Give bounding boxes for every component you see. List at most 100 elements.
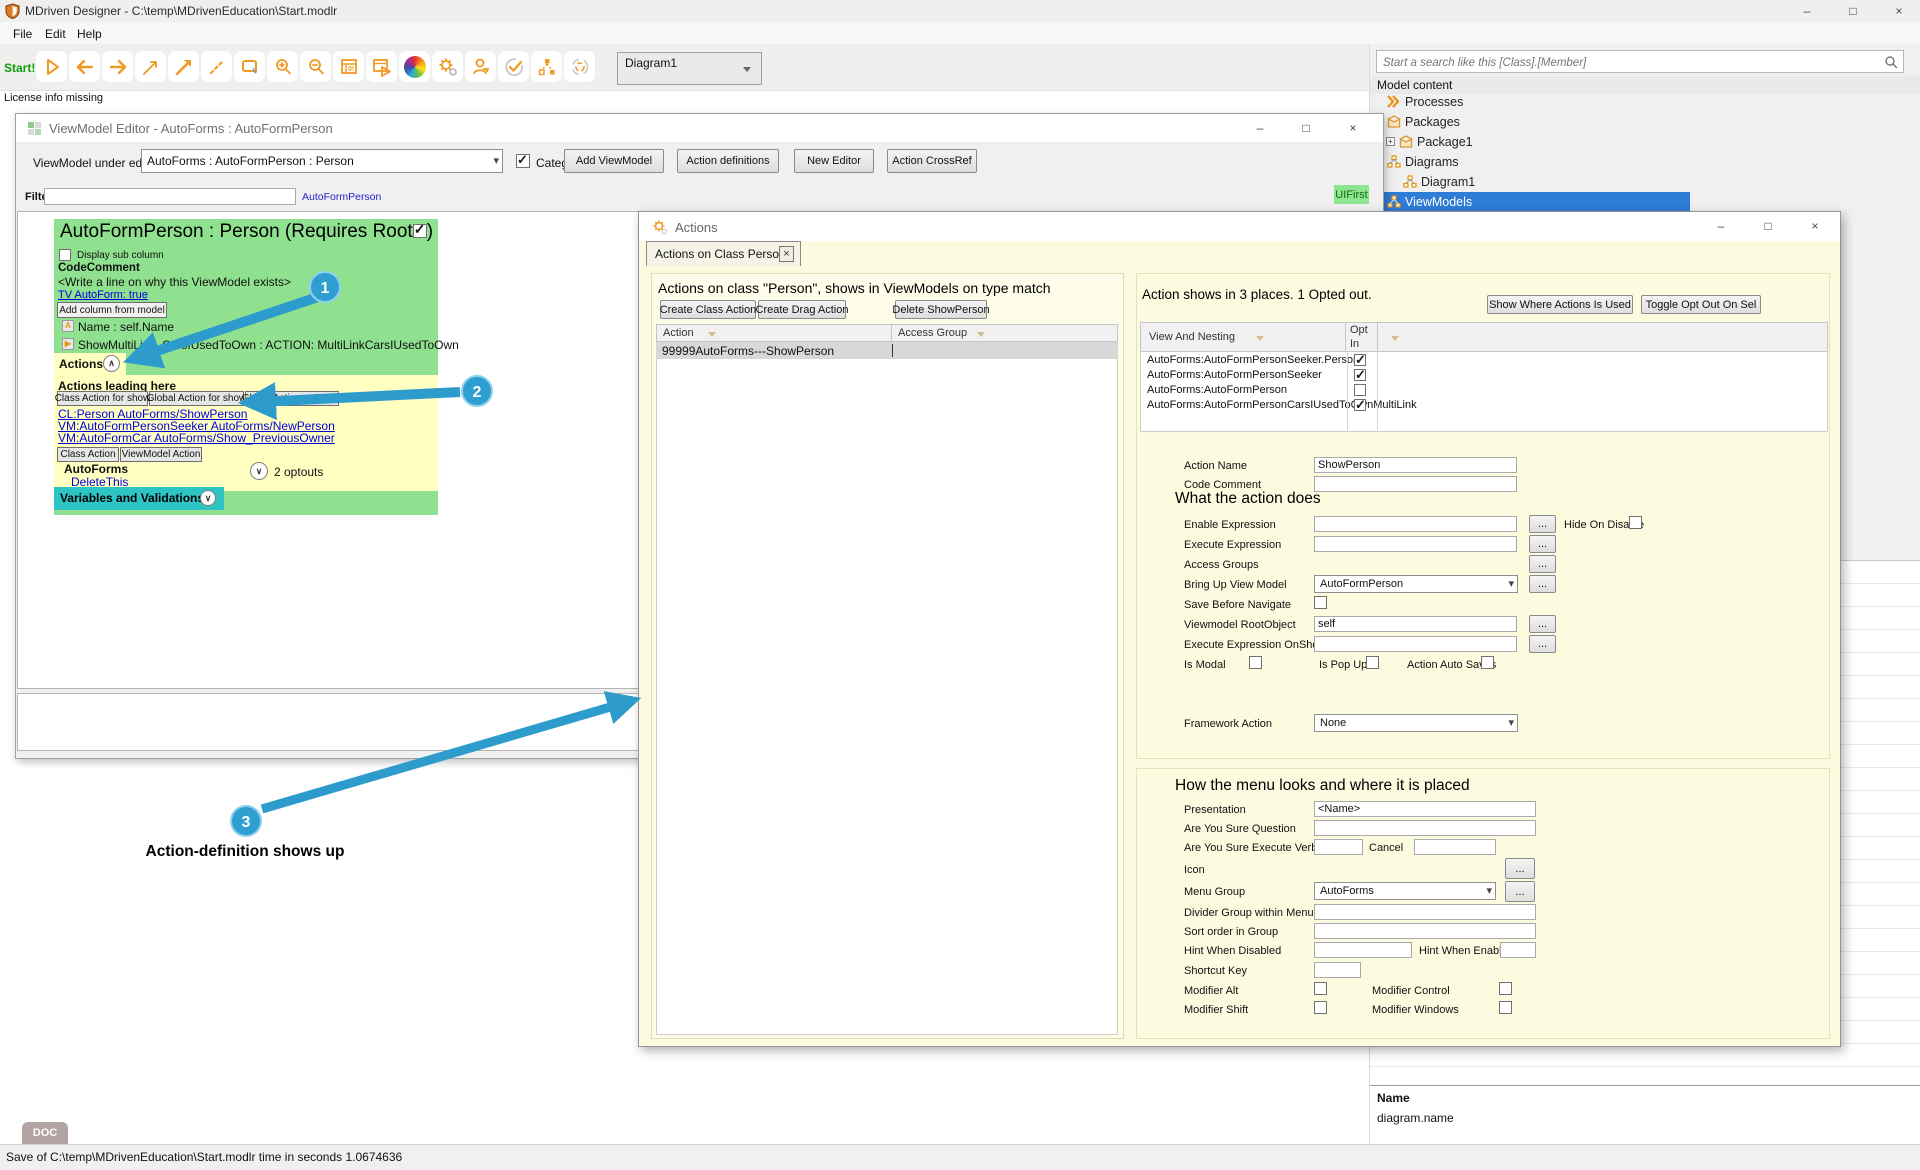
grid-row-view[interactable]: AutoForms:AutoFormPersonSeeker.Person bbox=[1147, 354, 1359, 366]
opt-in-checkbox[interactable] bbox=[1354, 354, 1366, 366]
zoom-out-button[interactable] bbox=[300, 51, 331, 82]
framework-action-select[interactable]: None▾ bbox=[1314, 714, 1518, 732]
dialog-minimize-button[interactable]: – bbox=[1704, 216, 1738, 236]
doc-tab[interactable]: DOC bbox=[22, 1122, 68, 1144]
search-input[interactable] bbox=[1381, 53, 1875, 72]
is-pop-up-checkbox[interactable] bbox=[1366, 656, 1379, 669]
column-header-action[interactable]: Action bbox=[656, 324, 892, 342]
dialog-maximize-button[interactable]: □ bbox=[1751, 216, 1785, 236]
collapse-actions-chevron[interactable]: ∧ bbox=[103, 355, 120, 372]
sidebar-item-diagrams[interactable]: Diagrams bbox=[1387, 152, 1459, 171]
column-header-view-and-nesting[interactable]: View And Nesting bbox=[1140, 322, 1346, 352]
shortcut-key-input[interactable] bbox=[1314, 962, 1361, 978]
requires-root-checkbox[interactable] bbox=[413, 224, 427, 238]
sidebar-item-viewmodels[interactable]: ViewModels bbox=[1382, 192, 1690, 211]
are-you-sure-execute-verb-input[interactable] bbox=[1314, 839, 1363, 855]
draw-dashed-line-button[interactable] bbox=[201, 51, 232, 82]
menu-edit[interactable]: Edit bbox=[40, 25, 71, 43]
execute-expression-input[interactable] bbox=[1314, 536, 1517, 552]
filter-funnel-icon[interactable] bbox=[977, 332, 985, 337]
viewmodel-under-edit-select[interactable]: AutoForms : AutoFormPerson : Person ▾ bbox=[141, 149, 503, 173]
column-header-access-group[interactable]: Access Group bbox=[891, 324, 1118, 342]
tab-actions-on-class-person[interactable]: Actions on Class Person × bbox=[646, 241, 801, 266]
sidebar-item-diagram1[interactable]: Diagram1 bbox=[1403, 172, 1475, 191]
zoom-in-button[interactable] bbox=[267, 51, 298, 82]
filter-funnel-icon[interactable] bbox=[1256, 336, 1264, 341]
draw-generalization-button[interactable] bbox=[168, 51, 199, 82]
column-row[interactable]: Name : self.Name bbox=[78, 320, 174, 334]
back-button[interactable] bbox=[69, 51, 100, 82]
column-header-opt-in[interactable]: Opt In bbox=[1345, 322, 1378, 352]
action-name-input[interactable]: ShowPerson bbox=[1314, 457, 1517, 473]
variables-validations-bar[interactable]: Variables and Validations bbox=[54, 487, 224, 510]
dialog-close-button[interactable]: × bbox=[1798, 216, 1832, 236]
search-icon[interactable] bbox=[1884, 55, 1898, 69]
column-header-empty[interactable] bbox=[1377, 322, 1828, 352]
sidebar-item-package1[interactable]: + Package1 bbox=[1386, 132, 1473, 151]
variables-chevron[interactable]: ∨ bbox=[200, 490, 216, 506]
create-class-action-button[interactable]: Create Class Action bbox=[660, 300, 756, 319]
access-groups-button[interactable] bbox=[465, 51, 496, 82]
expand-icon[interactable]: + bbox=[1386, 137, 1395, 146]
categ-checkbox[interactable] bbox=[516, 154, 530, 168]
opt-in-checkbox[interactable] bbox=[1354, 399, 1366, 411]
is-modal-checkbox[interactable] bbox=[1249, 656, 1262, 669]
action-link[interactable]: VM:AutoFormCar AutoForms/Show_PreviousOw… bbox=[58, 431, 335, 445]
editor-close-button[interactable]: × bbox=[1336, 118, 1370, 138]
action-crossref-button[interactable]: Action CrossRef bbox=[887, 149, 977, 173]
new-editor-button[interactable]: New Editor bbox=[794, 149, 874, 173]
filter-funnel-icon[interactable] bbox=[1391, 336, 1399, 341]
access-groups-ellipsis-button[interactable]: ... bbox=[1529, 555, 1556, 573]
window-maximize-button[interactable]: □ bbox=[1836, 1, 1870, 21]
opt-in-checkbox[interactable] bbox=[1354, 369, 1366, 381]
toggle-opt-out-button[interactable]: Toggle Opt Out On Sel bbox=[1641, 295, 1761, 314]
settings-button[interactable] bbox=[432, 51, 463, 82]
draw-association-button[interactable] bbox=[135, 51, 166, 82]
run-viewmodel-button[interactable] bbox=[366, 51, 397, 82]
class-action-tab[interactable]: Class Action bbox=[57, 447, 119, 462]
bring-up-view-model-select[interactable]: AutoFormPerson▾ bbox=[1314, 575, 1518, 593]
execute-expression-onshow-input[interactable] bbox=[1314, 636, 1517, 652]
actions-list-body[interactable] bbox=[656, 359, 1118, 1035]
display-sub-column-checkbox[interactable] bbox=[59, 249, 71, 261]
action-definitions-button[interactable]: Action definitions bbox=[677, 149, 779, 173]
modifier-shift-checkbox[interactable] bbox=[1314, 1001, 1327, 1014]
prototype-window-button[interactable]: 0! bbox=[333, 51, 364, 82]
styles-button[interactable] bbox=[399, 51, 430, 82]
hint-when-disabled-input[interactable] bbox=[1314, 942, 1412, 958]
class-action-for-show-button[interactable]: Class Action for show bbox=[57, 391, 148, 406]
hide-on-disable-checkbox[interactable] bbox=[1629, 516, 1642, 529]
forward-button[interactable] bbox=[102, 51, 133, 82]
validate-button[interactable] bbox=[498, 51, 529, 82]
show-where-actions-used-button[interactable]: Show Where Actions Is Used bbox=[1487, 295, 1633, 314]
code-comment-input[interactable] bbox=[1314, 476, 1517, 492]
opt-in-checkbox[interactable] bbox=[1354, 384, 1366, 396]
viewmodel-rootobject-input[interactable]: self bbox=[1314, 616, 1517, 632]
create-drag-action-button[interactable]: Create Drag Action bbox=[758, 300, 846, 319]
code-comment-placeholder[interactable]: <Write a line on why this ViewModel exis… bbox=[58, 275, 291, 289]
divider-group-input[interactable] bbox=[1314, 904, 1536, 920]
window-close-button[interactable]: × bbox=[1882, 1, 1916, 21]
filter-viewmodel-link[interactable]: AutoFormPerson bbox=[302, 191, 381, 203]
sidebar-item-packages[interactable]: Packages bbox=[1387, 112, 1460, 131]
diagram-selector[interactable]: Diagram1 bbox=[617, 52, 762, 85]
play-button[interactable] bbox=[36, 51, 67, 82]
action-auto-saves-checkbox[interactable] bbox=[1481, 656, 1494, 669]
menu-help[interactable]: Help bbox=[72, 25, 107, 43]
uifirst-button[interactable]: UIFirst bbox=[1334, 185, 1369, 204]
modifier-control-checkbox[interactable] bbox=[1499, 982, 1512, 995]
sort-order-input[interactable] bbox=[1314, 923, 1536, 939]
save-before-navigate-checkbox[interactable] bbox=[1314, 596, 1327, 609]
are-you-sure-question-input[interactable] bbox=[1314, 820, 1536, 836]
filter-funnel-icon[interactable] bbox=[708, 332, 716, 337]
column-row[interactable]: ShowMultiLink_CarsIUsedToOwn : ACTION: M… bbox=[78, 338, 459, 352]
modifier-alt-checkbox[interactable] bbox=[1314, 982, 1327, 995]
modifier-windows-checkbox[interactable] bbox=[1499, 1001, 1512, 1014]
menu-file[interactable]: File bbox=[8, 25, 37, 43]
editor-minimize-button[interactable]: – bbox=[1243, 118, 1277, 138]
enable-expression-input[interactable] bbox=[1314, 516, 1517, 532]
start-label[interactable]: Start! bbox=[4, 61, 35, 75]
execute-expression-onshow-ellipsis-button[interactable]: ... bbox=[1529, 635, 1556, 653]
window-minimize-button[interactable]: – bbox=[1790, 1, 1824, 21]
grid-row-view[interactable]: AutoForms:AutoFormPerson bbox=[1147, 384, 1287, 396]
